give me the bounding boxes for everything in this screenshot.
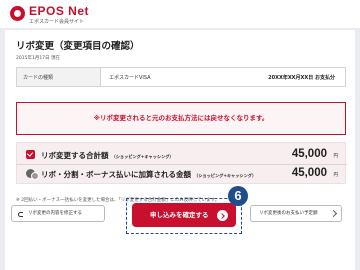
confirm-application-label: 申し込みを確定する (150, 211, 209, 219)
yen-unit: 円 (333, 154, 339, 159)
step-number-badge: 6 (228, 186, 248, 206)
chevron-right-icon (329, 209, 338, 218)
site-header: EPOS Net エポスカード会員サイト (0, 0, 360, 28)
card-info-table: カードの種類 エポスカードVISA 20XX年XX月XX日 お支払分 (16, 67, 346, 87)
revolving-total-row: リボ変更する合計額 （ショッピング+キャッシング） 45,000 円 (17, 146, 347, 164)
card-type-label: カードの種類 (17, 68, 101, 86)
confirm-application-button[interactable]: 申し込みを確定する (132, 203, 236, 227)
payment-schedule-label: リボ変更後のお支払い予定額 (259, 211, 318, 216)
return-arrow-icon (17, 210, 23, 217)
card-type-value: エポスカードVISA (109, 75, 151, 81)
edit-revolving-label: リボ変更の内容を修正する (28, 211, 82, 216)
page-title: リボ変更（変更項目の確認） (16, 41, 140, 52)
arrow-right-icon (217, 210, 228, 221)
revolving-total-note: （ショッピング+キャッシング） (111, 154, 174, 159)
payment-date-value: 20XX年XX月XX日 お支払分 (268, 75, 335, 81)
check-badge-icon (26, 150, 35, 159)
added-amount-row: リボ・分割・ボーナス払いに加算される金額 （ショッピング+キャッシング） 45,0… (17, 164, 347, 183)
as-of-date: 2015年1月17日 現在 (16, 56, 60, 61)
warning-box: ※リボ変更されると元のお支払方法には戻せなくなります。 (16, 102, 346, 135)
logo-subtext: エポスカード会員サイト (29, 19, 85, 25)
epos-logo-icon[interactable] (10, 6, 25, 21)
added-amount-label: リボ・分割・ボーナス払いに加算される金額 （ショッピング+キャッシング） (41, 170, 257, 179)
added-amount-value: 45,000 (291, 167, 327, 179)
totals-box: リボ変更する合計額 （ショッピング+キャッシング） 45,000 円 リボ・分割・… (16, 142, 347, 184)
logo-text[interactable]: EPOS Net (29, 4, 89, 18)
added-amount-note: （ショッピング+キャッシング） (194, 173, 257, 178)
revolving-total-amount: 45,000 (291, 148, 327, 160)
yen-unit: 円 (333, 173, 339, 178)
payment-schedule-button[interactable]: リボ変更後のお支払い予定額 (250, 205, 342, 222)
content-card: リボ変更（変更項目の確認） 2015年1月17日 現在 カードの種類 エポスカー… (5, 30, 355, 270)
edit-revolving-button[interactable]: リボ変更の内容を修正する (11, 205, 105, 222)
revolving-total-label: リボ変更する合計額 （ショッピング+キャッシング） (41, 151, 174, 160)
coins-icon (26, 169, 39, 180)
